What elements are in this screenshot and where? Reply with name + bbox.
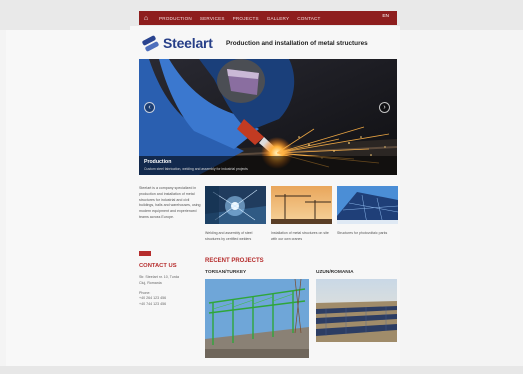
read-more-button[interactable] bbox=[139, 251, 151, 256]
steelart-logo-icon bbox=[141, 35, 160, 52]
contact-title: CONTACT US bbox=[139, 263, 177, 269]
home-icon[interactable]: ⌂ bbox=[141, 11, 151, 25]
welding-image bbox=[205, 186, 266, 224]
thumb-caption: Welding and assembly of steel structures… bbox=[205, 231, 253, 241]
cranes-image bbox=[271, 186, 332, 224]
solar-panels-image bbox=[337, 186, 398, 224]
nav-item-contact[interactable]: CONTACT bbox=[297, 16, 320, 21]
tagline: Production and installation of metal str… bbox=[226, 40, 368, 47]
slider-next-button[interactable]: › bbox=[379, 102, 390, 113]
nav-item-projects[interactable]: PROJECTS bbox=[233, 16, 259, 21]
slider-caption: Production Custom steel fabrication, wel… bbox=[139, 156, 397, 175]
page-shadow bbox=[6, 30, 139, 366]
slider-caption-title: Production bbox=[144, 159, 172, 165]
project-label[interactable]: TORSAN/TURKEY bbox=[205, 270, 246, 275]
contact-phone-link[interactable]: +40 744 123 456 bbox=[139, 302, 201, 308]
thumb-welding[interactable] bbox=[205, 186, 266, 224]
nav-item-production[interactable]: PRODUCTION bbox=[159, 16, 192, 21]
main-nav: ⌂ PRODUCTION SERVICES PROJECTS GALLERY C… bbox=[139, 11, 397, 25]
language-switch[interactable]: EN bbox=[382, 14, 389, 19]
steel-hall-image bbox=[205, 279, 309, 358]
nav-item-gallery[interactable]: GALLERY bbox=[267, 16, 290, 21]
project-label[interactable]: UZUN/ROMANIA bbox=[316, 270, 354, 275]
nav-item-services[interactable]: SERVICES bbox=[200, 16, 225, 21]
recent-projects-title: RECENT PROJECTS bbox=[205, 258, 264, 264]
slider-prev-button[interactable]: ‹ bbox=[144, 102, 155, 113]
footer-bar bbox=[0, 366, 523, 374]
logo[interactable]: Steelart bbox=[141, 35, 213, 52]
thumb-caption: Structures for photovoltaic parks bbox=[337, 231, 388, 235]
brand-name: Steelart bbox=[163, 35, 213, 51]
hero-slider: ‹ › Production Custom steel fabrication,… bbox=[139, 59, 397, 175]
contact-details: Str. Steelart nr. 10, Turda Cluj, Romani… bbox=[139, 275, 201, 308]
thumb-caption: Installation of metal structures on site… bbox=[271, 231, 329, 241]
thumb-solar[interactable] bbox=[337, 186, 398, 224]
project-image-uzun[interactable] bbox=[316, 279, 397, 342]
slider-caption-text: Custom steel fabrication, welding and as… bbox=[144, 167, 248, 171]
intro-text: Steelart is a company specialized in pro… bbox=[139, 186, 201, 219]
thumb-cranes[interactable] bbox=[271, 186, 332, 224]
project-image-torsan[interactable] bbox=[205, 279, 309, 358]
solar-park-image bbox=[316, 279, 397, 342]
